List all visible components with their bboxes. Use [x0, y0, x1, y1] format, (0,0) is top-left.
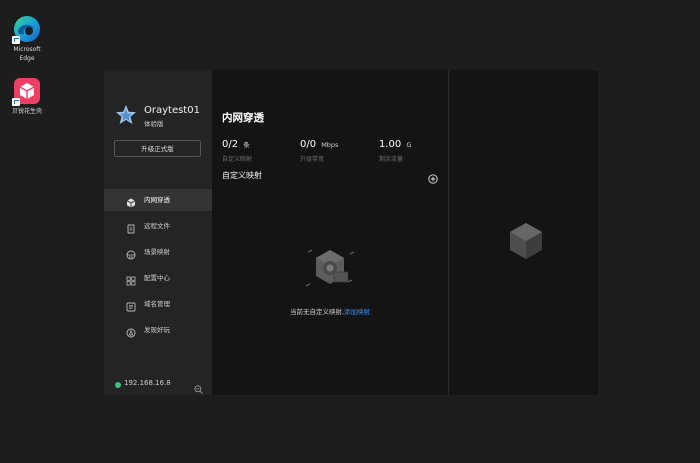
- sidebar-item-label: 场景映射: [144, 248, 170, 256]
- sidebar-item-discover[interactable]: 发现好玩: [104, 319, 212, 341]
- detail-panel: [448, 70, 598, 395]
- oray-window: Oraytest01 体验版 升级正式版 内网穿透 远程文件 场景映射 配置中心: [104, 70, 598, 395]
- sidebar: Oraytest01 体验版 升级正式版 内网穿透 远程文件 场景映射 配置中心: [104, 70, 212, 395]
- config-center-icon: [126, 273, 136, 286]
- stat-mappings: 0/2 条 自定义映射: [222, 132, 252, 163]
- remote-file-icon: [126, 221, 136, 234]
- desktop-icon-edge[interactable]: Microsoft Edge: [7, 14, 47, 62]
- domain-manage-icon: [126, 299, 136, 312]
- sidebar-item-label: 域名管理: [144, 300, 170, 308]
- desktop-icon-oray[interactable]: 贝锐花生壳: [7, 76, 47, 115]
- stat-caption: 剩余流量: [379, 156, 404, 163]
- online-status-dot: [115, 382, 121, 388]
- sidebar-item-label: 发现好玩: [144, 326, 170, 334]
- stat-unit: G: [406, 141, 412, 149]
- empty-state-text: 当前无自定义映射,添加映射: [212, 306, 448, 316]
- shortcut-arrow-icon: [12, 36, 20, 44]
- stat-unit: Mbps: [321, 141, 339, 149]
- empty-state-message: 当前无自定义映射,: [289, 308, 345, 316]
- sidebar-item-tunnel[interactable]: 内网穿透: [104, 189, 212, 211]
- plus-circle-icon: [428, 174, 438, 184]
- sidebar-item-label: 内网穿透: [144, 196, 170, 204]
- avatar-star-icon: [115, 104, 137, 126]
- stat-value: 1.00: [379, 139, 402, 150]
- main-panel: 内网穿透 0/2 条 自定义映射 0/0 Mbps 升级带宽 1.00 G 剩余…: [212, 70, 448, 395]
- discover-icon: [126, 325, 136, 338]
- desktop-icon-label: Edge: [19, 55, 35, 62]
- user-tier: 体验版: [144, 120, 164, 128]
- stat-caption: 自定义映射: [222, 156, 253, 163]
- oray-app-icon: [12, 76, 42, 106]
- edge-icon: [12, 14, 42, 44]
- empty-state-illustration: [304, 246, 356, 290]
- desktop-icon-label: 贝锐花生壳: [11, 108, 42, 115]
- sidebar-item-config-center[interactable]: 配置中心: [104, 267, 212, 289]
- desktop-icon-label: Microsoft: [13, 46, 41, 53]
- stat-value: 0/2: [222, 139, 239, 150]
- stat-bandwidth: 0/0 Mbps 升级带宽: [300, 132, 338, 163]
- sidebar-item-scene-mapping[interactable]: 场景映射: [104, 241, 212, 263]
- sidebar-item-remote-file[interactable]: 远程文件: [104, 215, 212, 237]
- stat-caption: 升级带宽: [300, 156, 325, 163]
- cube-logo-icon: [509, 222, 543, 260]
- stat-value: 0/0: [300, 139, 317, 150]
- zoom-out-icon[interactable]: [194, 379, 203, 394]
- sidebar-item-label: 配置中心: [144, 274, 170, 282]
- shortcut-arrow-icon: [12, 98, 20, 106]
- page-title: 内网穿透: [222, 112, 264, 124]
- tunnel-icon: [126, 195, 136, 208]
- scene-mapping-icon: [126, 247, 136, 260]
- add-mapping-button[interactable]: [428, 169, 438, 184]
- local-ip: 192.168.16.8: [124, 379, 171, 387]
- sidebar-item-domain-manage[interactable]: 域名管理: [104, 293, 212, 315]
- stat-traffic: 1.00 G 剩余流量: [379, 132, 411, 163]
- user-name: Oraytest01: [144, 105, 200, 116]
- sidebar-item-label: 远程文件: [144, 222, 170, 230]
- add-mapping-link[interactable]: 添加映射: [344, 308, 370, 316]
- upgrade-button[interactable]: 升级正式版: [114, 140, 201, 157]
- stat-unit: 条: [243, 141, 250, 149]
- section-title: 自定义映射: [222, 171, 262, 180]
